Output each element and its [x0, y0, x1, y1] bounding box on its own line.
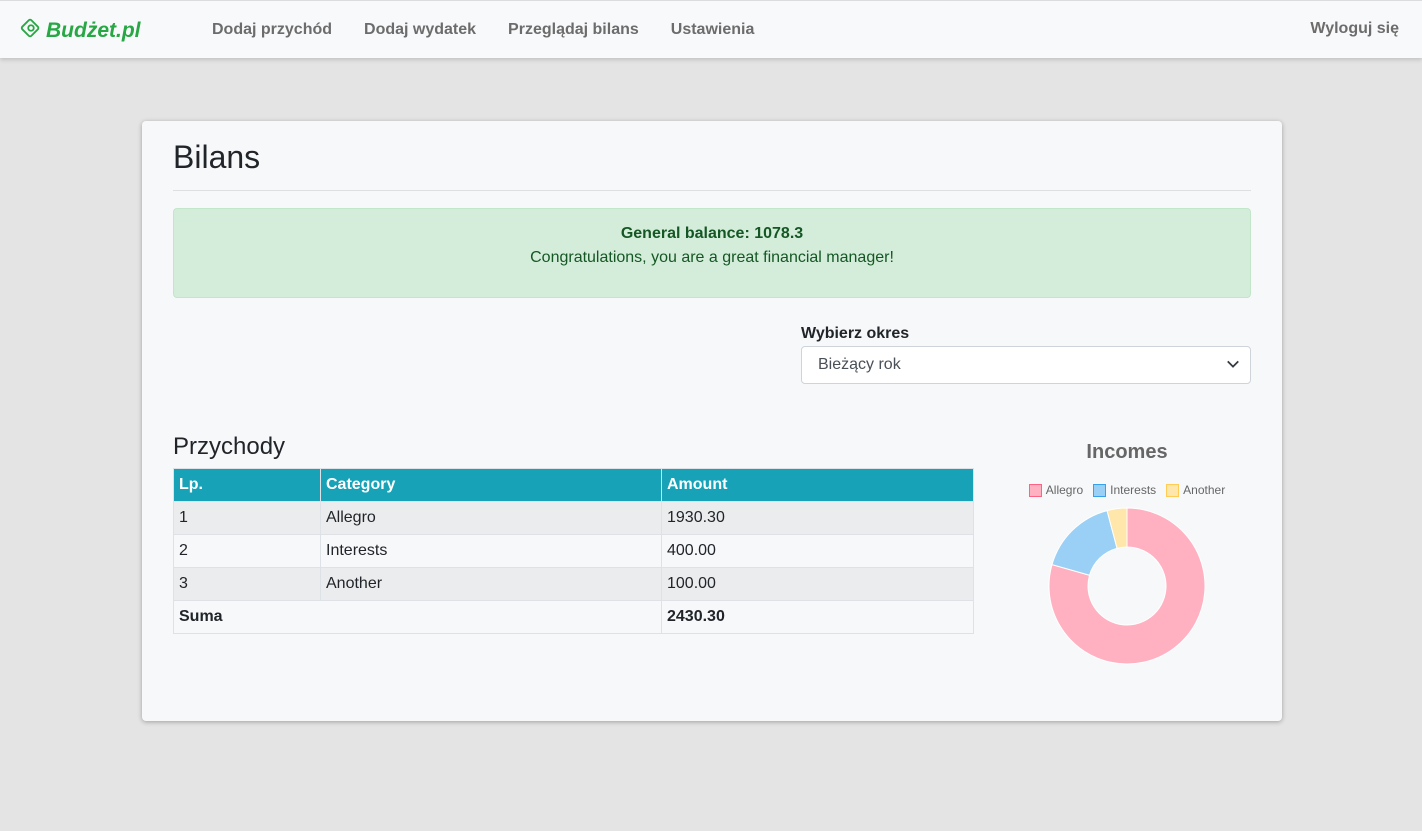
cell-lp: 3 [173, 567, 321, 601]
sum-row: Suma 2430.30 [173, 600, 974, 634]
cell-category: Allegro [320, 501, 662, 535]
legend-label: Interests [1110, 483, 1157, 497]
incomes-table: Lp. Category Amount 1 Allegro 1930.30 2 … [173, 468, 974, 634]
cell-lp: 2 [173, 534, 321, 568]
navbar: Budżet.pl Dodaj przychód Dodaj wydatek P… [0, 0, 1422, 58]
brand[interactable]: Budżet.pl [20, 17, 141, 45]
general-balance: General balance: 1078.3 [620, 225, 804, 242]
chart-title: Incomes [1086, 441, 1168, 463]
cell-amount: 400.00 [661, 534, 974, 568]
chart-legend: Allegro Interests Another [1027, 483, 1227, 497]
header-category: Category [320, 468, 662, 502]
cell-amount: 1930.30 [661, 501, 974, 535]
table-row: 1 Allegro 1930.30 [173, 501, 974, 535]
nav-add-income[interactable]: Dodaj przychód [212, 21, 332, 39]
legend-swatch [1028, 483, 1042, 497]
table-header-row: Lp. Category Amount [173, 468, 974, 502]
table-row: 2 Interests 400.00 [173, 534, 974, 568]
incomes-donut-chart [1048, 507, 1206, 665]
balance-alert: General balance: 1078.3 Congratulations,… [173, 208, 1251, 298]
period-select[interactable]: Bieżący rok [801, 346, 1251, 384]
nav-add-expense[interactable]: Dodaj wydatek [364, 21, 476, 39]
legend-swatch [1166, 483, 1180, 497]
cell-category: Interests [320, 534, 662, 568]
nav-links: Dodaj przychód Dodaj wydatek Przeglądaj … [212, 1, 786, 59]
nav-view-balance[interactable]: Przeglądaj bilans [508, 21, 639, 39]
legend-item[interactable]: Interests [1093, 483, 1156, 497]
cell-amount: 100.00 [661, 567, 974, 601]
period-label: Wybierz okres [801, 325, 910, 342]
sum-value: 2430.30 [661, 600, 974, 634]
table-row: 3 Another 100.00 [173, 567, 974, 601]
logout-link[interactable]: Wyloguj się [1310, 20, 1399, 38]
chevron-down-icon [1226, 357, 1240, 371]
cell-category: Another [320, 567, 662, 601]
legend-swatch [1093, 483, 1107, 497]
sum-label: Suma [173, 600, 662, 634]
balance-message: Congratulations, you are a great financi… [530, 249, 894, 266]
donut-slice-interests[interactable] [1051, 509, 1118, 576]
legend-label: Allegro [1045, 483, 1084, 497]
legend-item[interactable]: Allegro [1028, 483, 1084, 497]
period-selected-value: Bieżący rok [818, 356, 901, 373]
incomes-title: Przychody [173, 433, 286, 460]
balance-card: Bilans General balance: 1078.3 Congratul… [142, 121, 1282, 721]
legend-label: Another [1183, 483, 1226, 497]
nav-settings[interactable]: Ustawienia [671, 21, 755, 39]
money-icon [20, 17, 42, 45]
cell-lp: 1 [173, 501, 321, 535]
title-divider [173, 190, 1251, 191]
header-amount: Amount [661, 468, 974, 502]
brand-label: Budżet.pl [46, 19, 141, 42]
header-lp: Lp. [173, 468, 321, 502]
page-title: Bilans [173, 139, 261, 175]
legend-item[interactable]: Another [1166, 483, 1225, 497]
